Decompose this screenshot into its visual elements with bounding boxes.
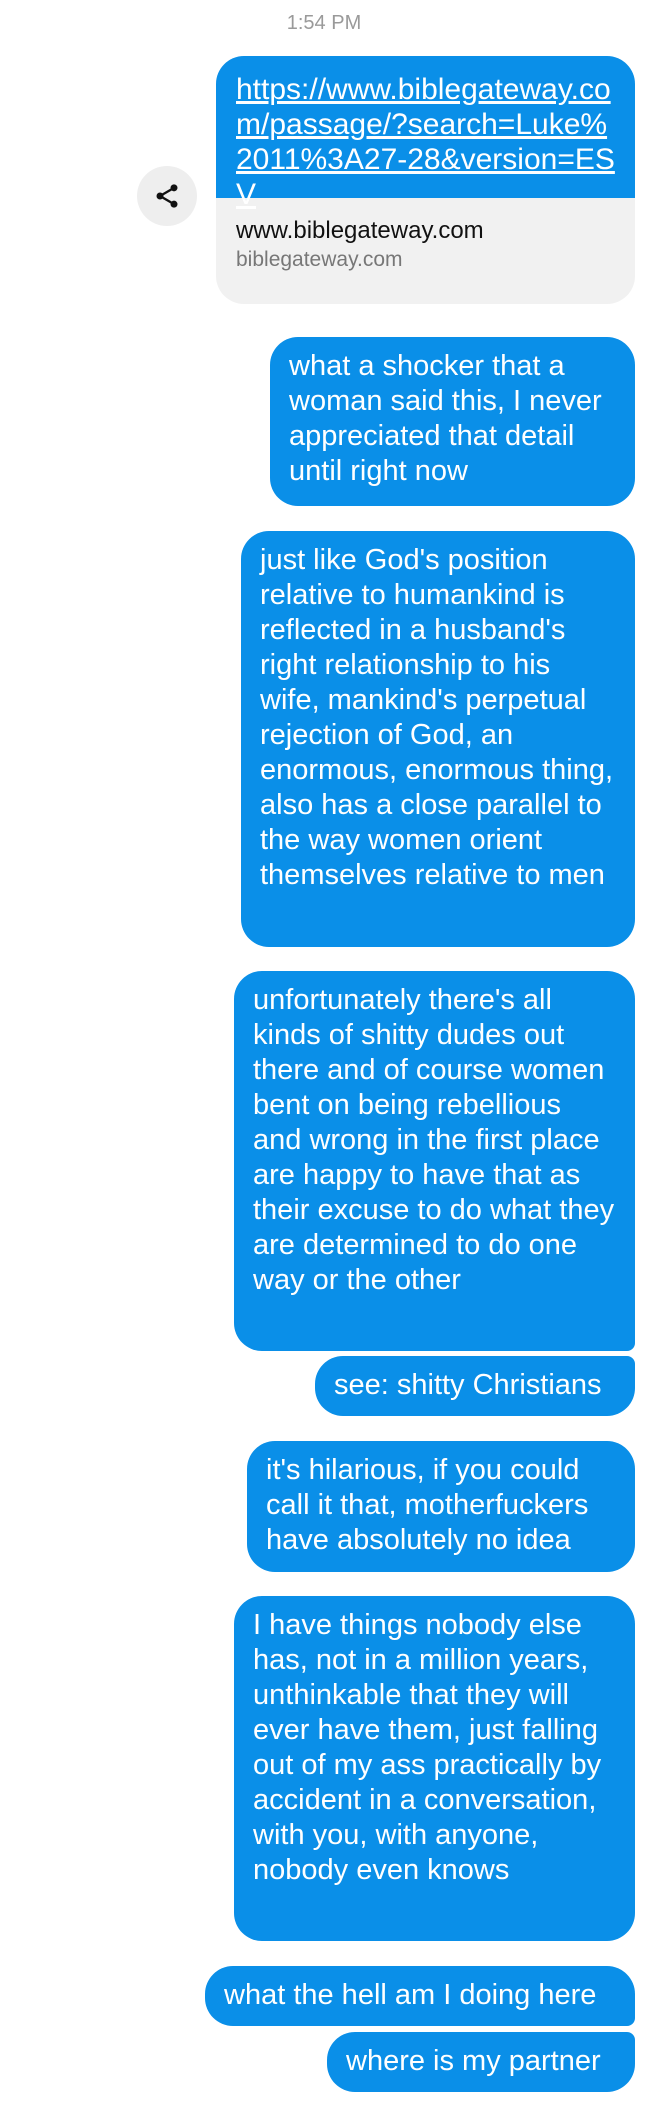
- link-preview[interactable]: www.biblegateway.com biblegateway.com: [216, 198, 635, 304]
- message-bubble[interactable]: it's hilarious, if you could call it tha…: [247, 1441, 635, 1572]
- share-button[interactable]: [137, 166, 197, 226]
- message-bubble[interactable]: see: shitty Christians: [315, 1356, 635, 1416]
- link-preview-card[interactable]: https://www.biblegateway.com/passage/?se…: [216, 56, 635, 304]
- link-preview-domain: biblegateway.com: [236, 248, 403, 271]
- message-bubble[interactable]: just like God's position relative to hum…: [241, 531, 635, 947]
- message-bubble[interactable]: what a shocker that a woman said this, I…: [270, 337, 635, 506]
- share-icon: [156, 184, 178, 208]
- message-bubble[interactable]: where is my partner: [327, 2032, 635, 2092]
- message-bubble[interactable]: unfortunately there's all kinds of shitt…: [234, 971, 635, 1351]
- link-url[interactable]: https://www.biblegateway.com/passage/?se…: [216, 56, 635, 211]
- message-bubble[interactable]: what the hell am I doing here: [205, 1966, 635, 2026]
- timestamp: 1:54 PM: [286, 12, 362, 34]
- message-bubble[interactable]: I have things nobody else has, not in a …: [234, 1596, 635, 1941]
- link-preview-title: www.biblegateway.com: [236, 217, 484, 244]
